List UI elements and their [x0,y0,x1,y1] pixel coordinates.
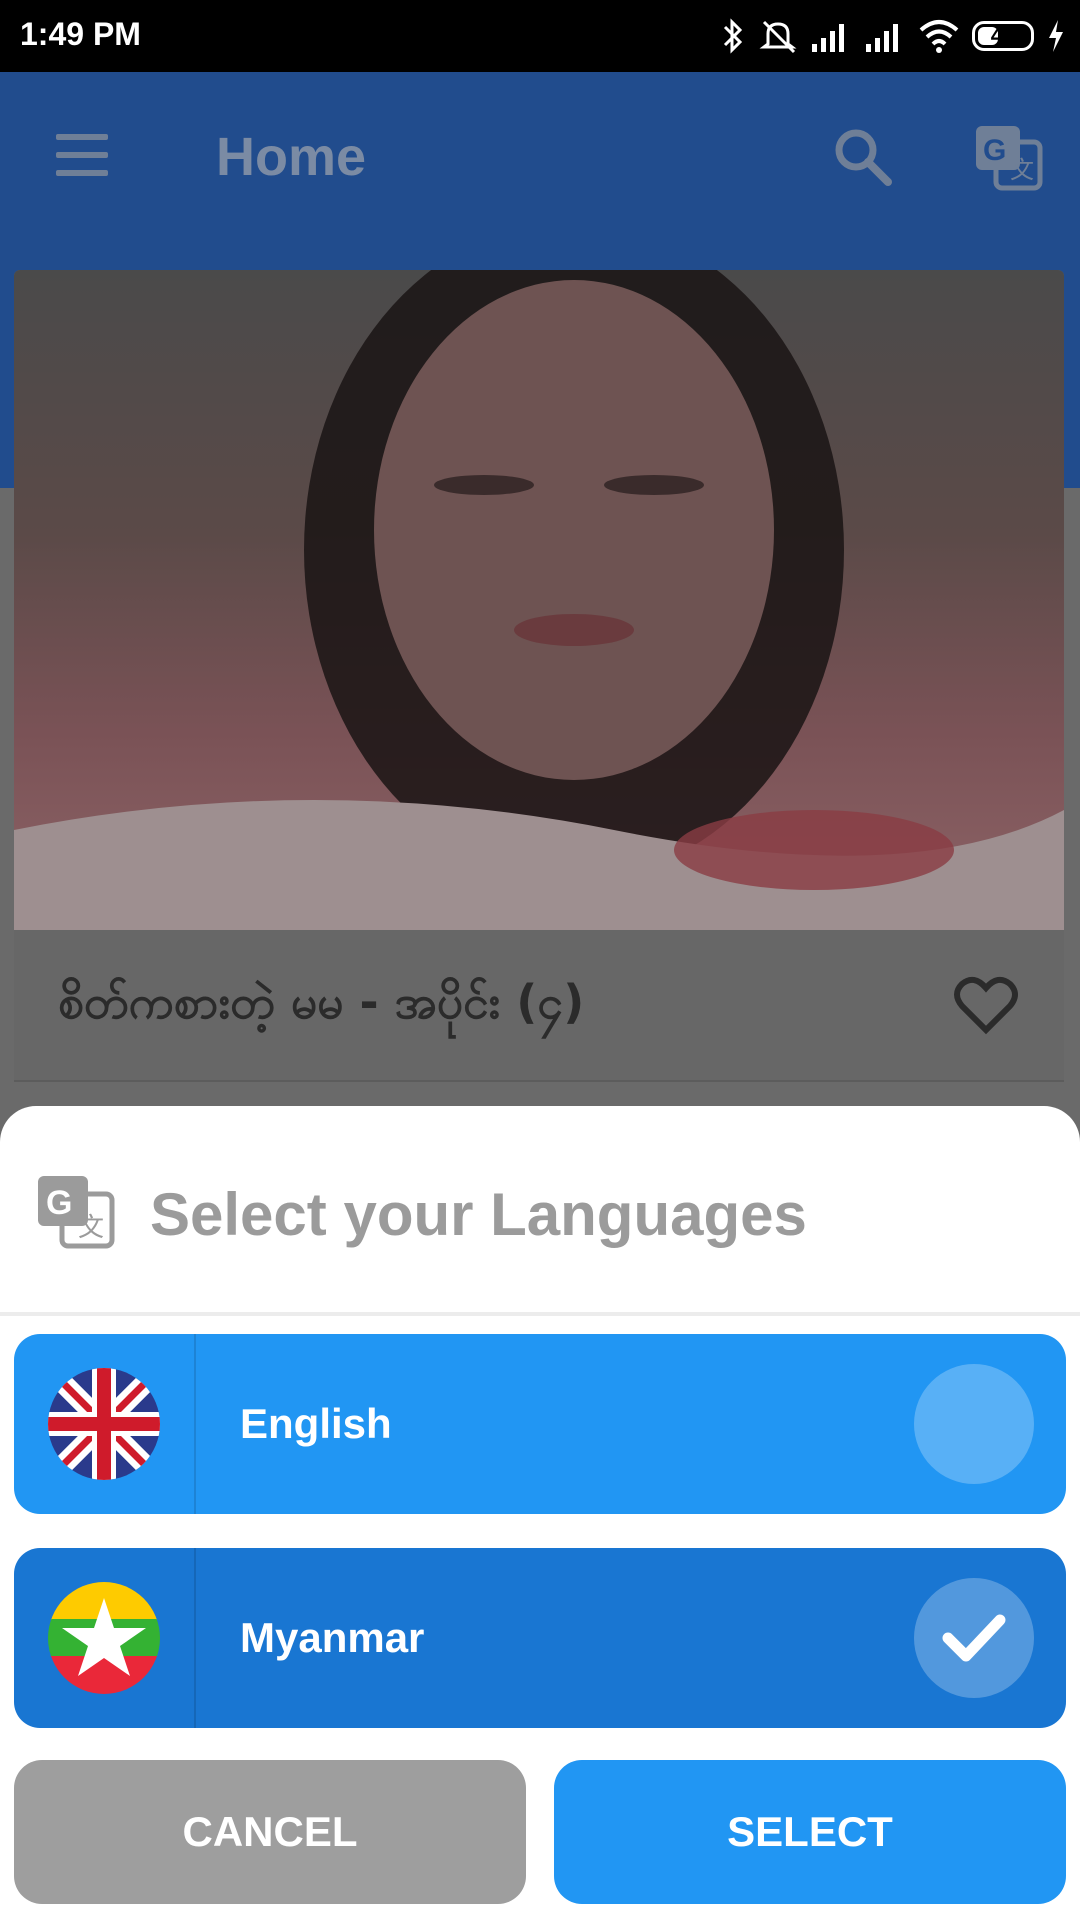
app-bar-row: Home G 文 [0,72,1080,242]
thumbnail-image [14,270,1064,930]
language-label: English [240,1400,392,1447]
svg-text:G: G [983,134,1006,167]
flag-cell [14,1548,196,1728]
signal-icon [812,24,844,52]
language-label: Myanmar [240,1614,425,1661]
status-icons: 40 [720,14,1066,58]
mute-icon [759,20,797,54]
radio-checked[interactable] [914,1578,1034,1698]
translate-icon[interactable]: G 文 [972,122,1044,194]
uk-flag-icon [48,1368,160,1480]
battery-level: 40 [990,23,1016,48]
charging-icon [1049,20,1063,52]
language-option-english[interactable]: English [14,1334,1066,1514]
page-title: Home [216,127,367,187]
post-title: စိတ်ကစားတဲ့ မမ - အပိုင်း (၄) [58,975,585,1029]
menu-button[interactable] [50,130,110,180]
select-button[interactable]: SELECT [554,1760,1066,1904]
post-title-row: စိတ်ကစားတဲ့ မမ - အပိုင်း (၄) [14,930,1064,1082]
battery-icon: 40 [972,21,1034,51]
cancel-button[interactable]: CANCEL [14,1760,526,1904]
status-bar: 1:49 PM 40 [0,0,1080,72]
radio-unchecked[interactable] [914,1364,1034,1484]
post-thumbnail [14,270,1064,930]
search-icon[interactable] [830,124,896,190]
flag-cell [14,1334,196,1514]
dialog-header: G 文 Select your Languages [0,1106,1080,1316]
status-time: 1:49 PM [20,16,141,52]
heart-icon[interactable] [954,976,1018,1036]
dialog-title: Select your Languages [150,1181,807,1248]
language-option-myanmar[interactable]: Myanmar [14,1548,1066,1728]
svg-text:文: 文 [78,1213,104,1243]
bluetooth-icon [723,18,743,54]
signal-icon [866,24,898,52]
screen: 1:49 PM 40 Home G 文 စိတ်ကစားတဲ့ မမ - အပိ… [0,0,1080,1920]
svg-text:G: G [46,1184,72,1222]
wifi-icon [919,20,959,53]
svg-text:文: 文 [1010,156,1034,184]
myanmar-flag-icon [48,1582,160,1694]
language-dialog: G 文 Select your Languages English Myanma… [0,1106,1080,1920]
translate-icon: G 文 [38,1176,115,1249]
check-icon [942,1614,1006,1662]
